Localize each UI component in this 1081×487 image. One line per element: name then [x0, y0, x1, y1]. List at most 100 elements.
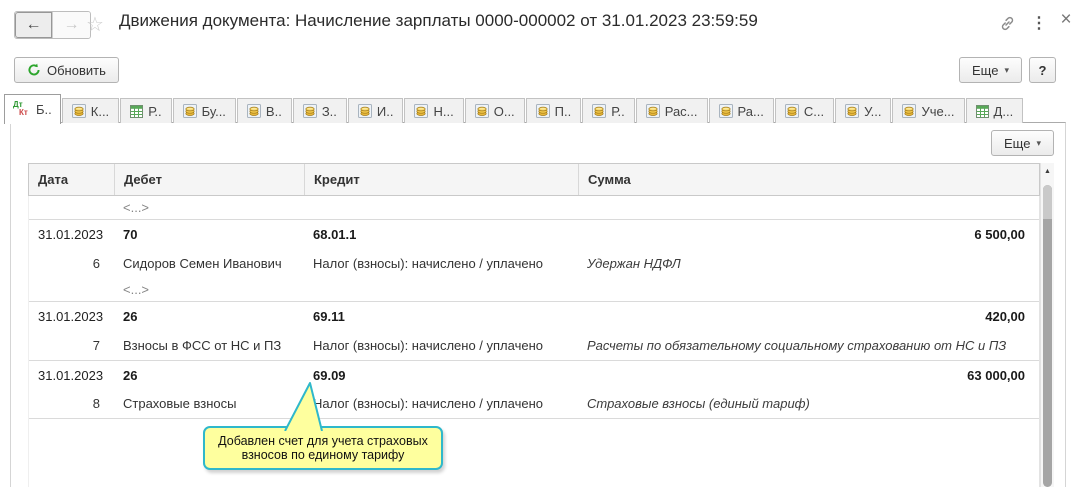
coins-icon	[902, 104, 917, 118]
close-icon[interactable]: ×	[1056, 9, 1076, 30]
tab-16[interactable]: Д...	[965, 98, 1024, 123]
tab-label: О...	[493, 103, 515, 119]
coins-icon	[246, 104, 261, 118]
table-row[interactable]: <...>	[29, 196, 1039, 219]
tab-label: В..	[265, 103, 282, 119]
dtkt-icon: Дт Кт	[13, 100, 28, 117]
tab-label: И..	[376, 103, 394, 119]
tab-label: Д...	[993, 103, 1014, 119]
tab-7[interactable]: Н...	[404, 98, 464, 123]
table-row[interactable]: 31.01.2023 26 69.11 420,00	[29, 301, 1039, 330]
coins-icon	[718, 104, 733, 118]
cell-debit: Сидоров Семен Иванович	[123, 255, 282, 271]
tab-label: Рас...	[664, 103, 698, 119]
tab-1[interactable]: К...	[61, 98, 120, 123]
history-nav: ← →	[14, 11, 91, 39]
tab-15[interactable]: Уче...	[892, 98, 965, 123]
tab-3[interactable]: Бу...	[172, 98, 236, 123]
forward-button[interactable]: →	[52, 12, 90, 38]
tab-label: Ра...	[737, 103, 764, 119]
coins-icon	[645, 104, 660, 118]
cell-credit: 69.09	[313, 367, 346, 383]
cell-date: 6	[92, 255, 100, 271]
cell-comment: Расчеты по обязательному социальному стр…	[587, 337, 1007, 353]
cell-date: 31.01.2023	[38, 226, 104, 242]
forward-icon: →	[63, 16, 80, 33]
tab-8[interactable]: О...	[464, 98, 525, 123]
tab-10[interactable]: Р..	[582, 98, 635, 123]
cell-debit: <...>	[123, 282, 150, 297]
cell-sum: 63 000,00	[967, 367, 1025, 383]
chevron-down-icon: ▾	[1036, 137, 1041, 148]
tab-12[interactable]: Ра...	[708, 98, 774, 123]
cell-date	[29, 196, 114, 219]
coins-icon	[845, 104, 860, 118]
more-button-table[interactable]: Еще ▾	[991, 130, 1054, 156]
tab-label: Б..	[36, 102, 52, 117]
grid-icon	[975, 104, 989, 118]
tab-label: К...	[90, 103, 110, 119]
cell-date: 31.01.2023	[38, 308, 104, 324]
help-button[interactable]: ?	[1029, 57, 1056, 83]
column-header-sum[interactable]: Сумма	[578, 164, 1039, 195]
more-label: Еще	[972, 62, 999, 78]
more-label: Еще	[1004, 135, 1031, 151]
tab-5[interactable]: З..	[292, 98, 347, 123]
cell-date: 31.01.2023	[38, 367, 104, 383]
column-header-credit[interactable]: Кредит	[304, 164, 578, 195]
table-row[interactable]: 8 Страховые взносы Налог (взносы): начисле…	[29, 389, 1039, 419]
column-header-date[interactable]: Дата	[29, 164, 114, 195]
cell-credit: 68.01.1	[313, 226, 357, 242]
tab-label: Р..	[148, 103, 162, 119]
tab-label: Н...	[433, 103, 454, 119]
table-row[interactable]: 6 Сидоров Семен Иванович Налог (взносы): н…	[29, 248, 1039, 278]
tab-0[interactable]: Дт Кт Б..	[4, 94, 61, 124]
cell-date	[29, 278, 114, 301]
tab-13[interactable]: С...	[774, 98, 835, 123]
vertical-scrollbar[interactable]: ▲	[1040, 163, 1054, 487]
cell-debit: 70	[123, 226, 138, 242]
window-menu-icon[interactable]: ⋮	[1029, 13, 1049, 33]
tab-label: Бу...	[201, 103, 226, 119]
favorite-star-icon[interactable]: ☆	[86, 12, 104, 37]
cell-credit	[304, 196, 578, 219]
movements-table: Дата Дебет Кредит Сумма <...> 31.01.2023 70 68…	[28, 163, 1054, 487]
cell-date: 7	[92, 337, 100, 353]
tab-6[interactable]: И..	[347, 98, 404, 123]
cell-sum	[578, 278, 1039, 301]
tab-2[interactable]: Р..	[120, 98, 172, 123]
coins-icon	[414, 104, 429, 118]
table-row[interactable]: <...>	[29, 278, 1039, 301]
tab-11[interactable]: Рас...	[635, 98, 708, 123]
coins-icon	[182, 104, 197, 118]
tab-strip: Дт Кт Б.. К... Р.. Бу... В.. З.. И.. Н... О... П.. Р…	[4, 93, 1024, 124]
coins-icon	[535, 104, 550, 118]
movements-panel: Еще ▾ Дата Дебет Кредит Сумма <...> 31.01.20…	[10, 122, 1066, 487]
tab-label: З..	[321, 103, 337, 119]
tab-14[interactable]: У...	[835, 98, 892, 123]
table-row[interactable]: 31.01.2023 26 69.09 63 000,00	[29, 360, 1039, 389]
callout-pointer	[284, 382, 323, 431]
column-header-debit[interactable]: Дебет	[114, 164, 304, 195]
refresh-button[interactable]: Обновить	[14, 57, 119, 83]
link-icon[interactable]	[997, 13, 1017, 33]
tab-9[interactable]: П..	[525, 98, 582, 123]
cell-debit: 26	[123, 308, 138, 324]
refresh-label: Обновить	[47, 62, 106, 78]
tab-label: Р..	[611, 103, 625, 119]
cell-credit: Налог (взносы): начислено / уплачено	[313, 396, 543, 411]
back-button[interactable]: ←	[15, 12, 52, 38]
back-icon: ←	[25, 16, 42, 33]
cell-sum: 420,00	[985, 308, 1025, 324]
coins-icon	[302, 104, 317, 118]
scrollbar-thumb[interactable]	[1043, 185, 1052, 487]
table-body: <...> 31.01.2023 70 68.01.1 6 500,00 6 Сидоров…	[28, 196, 1040, 487]
more-button-top[interactable]: Еще ▾	[959, 57, 1022, 83]
table-row[interactable]: 7 Взносы в ФСС от НС и ПЗ Налог (взносы): …	[29, 330, 1039, 360]
cell-comment: Страховые взносы (единый тариф)	[587, 396, 810, 411]
scroll-up-icon[interactable]: ▲	[1041, 163, 1054, 179]
table-row[interactable]: 31.01.2023 70 68.01.1 6 500,00	[29, 219, 1039, 248]
help-label: ?	[1038, 62, 1047, 78]
tab-4[interactable]: В..	[236, 98, 292, 123]
cell-sum: 6 500,00	[974, 226, 1025, 242]
